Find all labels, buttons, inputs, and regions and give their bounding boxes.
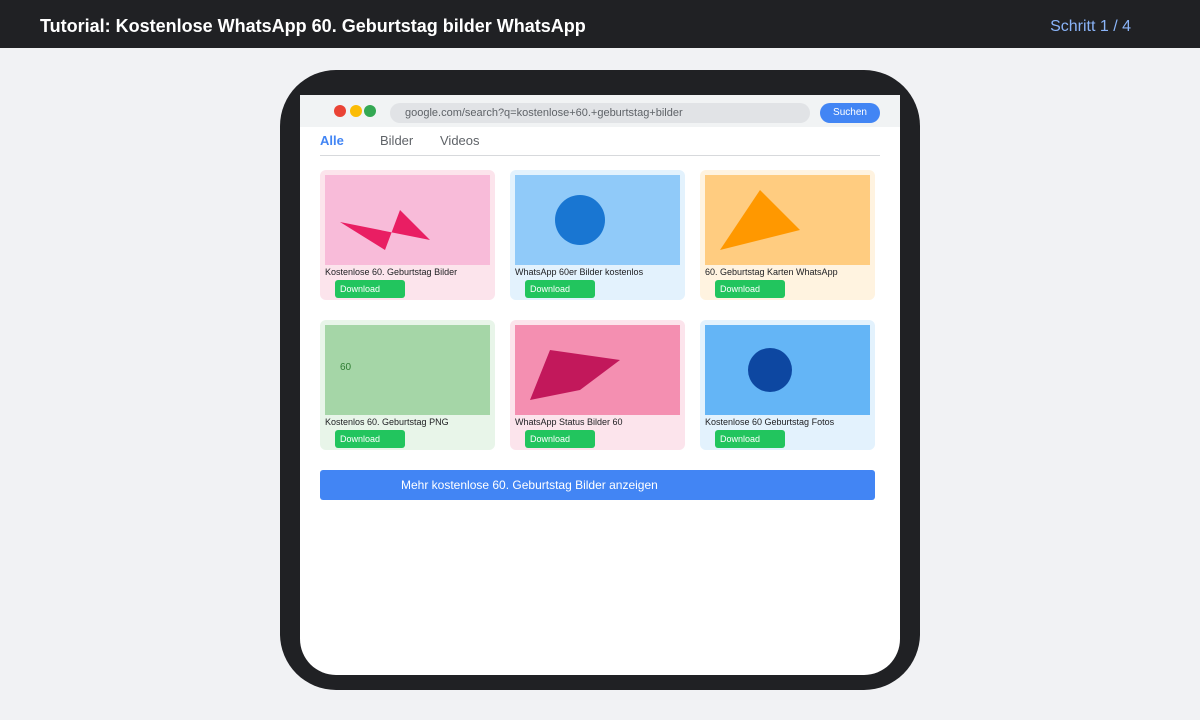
minimize-window-dot[interactable]	[350, 105, 362, 117]
result-thumbnail[interactable]	[325, 175, 490, 265]
result-caption: 60. Geburtstag Karten WhatsApp	[705, 267, 838, 277]
maximize-window-dot[interactable]	[364, 105, 376, 117]
result-caption: WhatsApp Status Bilder 60	[515, 417, 623, 427]
circle-shape	[555, 195, 605, 245]
address-bar-url: google.com/search?q=kostenlose+60.+gebur…	[405, 107, 683, 119]
bowtie-shape	[530, 350, 620, 400]
download-button[interactable]: Download	[525, 280, 595, 298]
result-caption: Kostenlos 60. Geburtstag PNG	[325, 417, 449, 427]
download-button[interactable]: Download	[525, 430, 595, 448]
result-card[interactable]: Kostenlose 60 Geburtstag Fotos Download	[700, 320, 875, 450]
result-card[interactable]: WhatsApp 60er Bilder kostenlos Download	[510, 170, 685, 300]
download-button[interactable]: Download	[335, 430, 405, 448]
browser-toolbar: google.com/search?q=kostenlose+60.+gebur…	[300, 95, 900, 127]
download-button[interactable]: Download	[335, 280, 405, 298]
result-caption: WhatsApp 60er Bilder kostenlos	[515, 267, 644, 277]
close-window-dot[interactable]	[334, 105, 346, 117]
search-tabs: Alle Bilder Videos	[320, 133, 880, 156]
triangle-shape	[720, 190, 800, 250]
result-caption: Kostenlose 60. Geburtstag Bilder	[325, 267, 458, 277]
result-card[interactable]: Kostenlose 60. Geburtstag Bilder Downloa…	[320, 170, 495, 300]
result-thumbnail[interactable]	[705, 325, 870, 415]
step-indicator: Schritt 1 / 4	[1050, 18, 1131, 35]
result-thumbnail[interactable]: 60	[325, 325, 490, 415]
download-button[interactable]: Download	[715, 430, 785, 448]
search-button[interactable]: Suchen	[820, 103, 880, 123]
download-button[interactable]: Download	[715, 280, 785, 298]
thumbnail-text: 60	[340, 362, 352, 373]
result-thumbnail[interactable]	[515, 175, 680, 265]
result-thumbnail[interactable]	[705, 175, 870, 265]
tab-bilder[interactable]: Bilder	[380, 133, 413, 149]
result-card[interactable]: 60. Geburtstag Karten WhatsApp Download	[700, 170, 875, 300]
browser-screen: google.com/search?q=kostenlose+60.+gebur…	[300, 95, 900, 675]
result-card[interactable]: WhatsApp Status Bilder 60 Download	[510, 320, 685, 450]
tab-alle[interactable]: Alle	[320, 133, 344, 149]
address-bar[interactable]: google.com/search?q=kostenlose+60.+gebur…	[390, 103, 810, 123]
result-caption: Kostenlose 60 Geburtstag Fotos	[705, 417, 835, 427]
show-more-button[interactable]: Mehr kostenlose 60. Geburtstag Bilder an…	[320, 470, 875, 500]
result-card[interactable]: 60 Kostenlos 60. Geburtstag PNG Download	[320, 320, 495, 450]
tutorial-title: Tutorial: Kostenlose WhatsApp 60. Geburt…	[40, 16, 586, 36]
result-thumbnail[interactable]	[515, 325, 680, 415]
tab-videos[interactable]: Videos	[440, 133, 480, 149]
bowtie-shape	[340, 210, 430, 250]
tutorial-header: Tutorial: Kostenlose WhatsApp 60. Geburt…	[0, 0, 1200, 48]
circle-shape	[748, 348, 792, 392]
